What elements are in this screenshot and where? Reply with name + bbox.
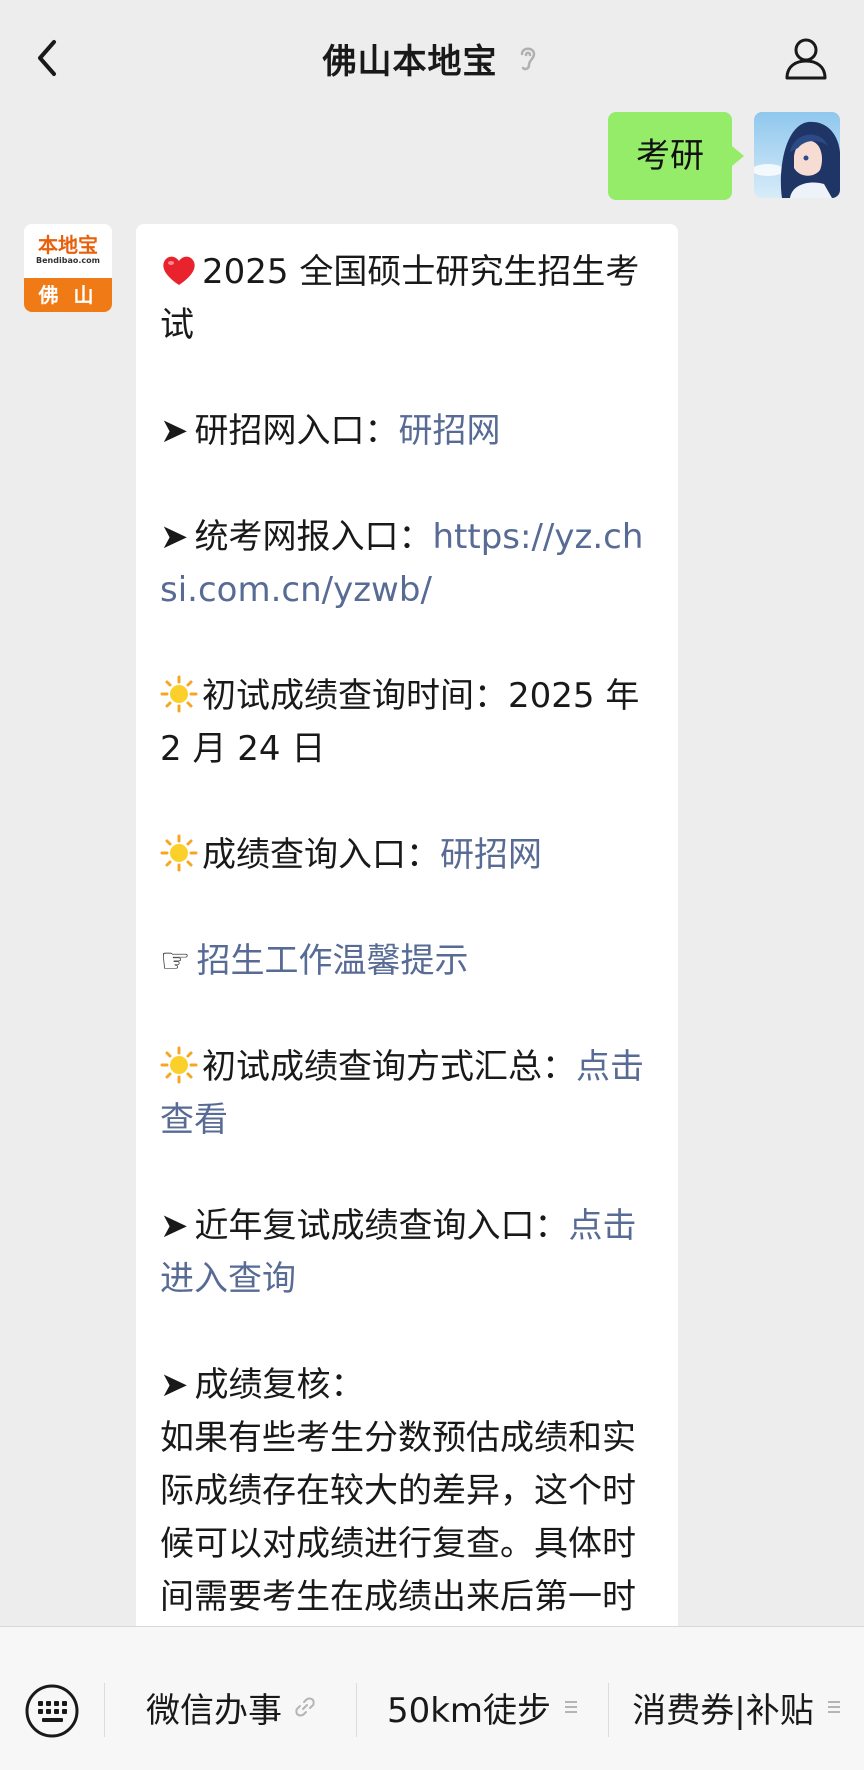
arrow-icon: ➤ xyxy=(160,1206,189,1246)
anime-girl-avatar-image xyxy=(754,112,840,198)
logo-name: 本地宝 xyxy=(38,233,98,257)
message-title: 2025 全国硕士研究生招生考试 xyxy=(160,252,640,345)
chat-header: 佛山本地宝 xyxy=(0,0,864,112)
message-line: 初试成绩查询方式汇总：点击查看 xyxy=(160,1041,654,1147)
outgoing-bubble[interactable]: 考研 xyxy=(608,112,744,200)
arrow-icon: ➤ xyxy=(160,1365,189,1405)
label-text: 研招网入口： xyxy=(194,411,399,451)
message-line: ➤ 统考网报入口：https://yz.chsi.com.cn/yzwb/ xyxy=(160,511,654,617)
score-review-heading: 成绩复核： xyxy=(194,1365,365,1405)
message-line: 成绩查询入口：研招网 xyxy=(160,829,654,882)
yanzhao-link[interactable]: 研招网 xyxy=(399,411,501,451)
menu-lines-icon xyxy=(827,1701,840,1713)
message-line: ➤ 研招网入口：研招网 xyxy=(160,405,654,458)
menu-item-label: 微信办事 xyxy=(146,1690,282,1731)
message-line: ☞ 招生工作温馨提示 xyxy=(160,935,654,988)
score-review-paragraph: 如果有些考生分数预估成绩和实际成绩存在较大的差异，这个时候可以对成绩进行复查。具… xyxy=(160,1418,636,1617)
keyboard-toggle-button[interactable] xyxy=(24,1683,80,1739)
keyboard-icon xyxy=(25,1684,79,1738)
menu-item-50km-hike[interactable]: 50km徒步 xyxy=(358,1667,608,1747)
bendibao-avatar[interactable]: 本地宝 Bendibao.com 佛 山 xyxy=(24,224,112,312)
logo: 本地宝 Bendibao.com xyxy=(24,224,112,278)
ear-icon xyxy=(520,47,535,71)
sun-icon xyxy=(160,675,198,713)
message-line: 2025 全国硕士研究生招生考试 xyxy=(160,246,654,352)
message-line: ➤ 成绩复核： xyxy=(160,1359,654,1412)
sun-icon xyxy=(160,1046,198,1084)
arrow-icon: ➤ xyxy=(160,411,189,451)
message-line: 初试成绩查询时间：2025 年 2 月 24 日 xyxy=(160,670,654,776)
label-text: 近年复试成绩查询入口： xyxy=(194,1206,569,1246)
bottom-menu-bar: 微信办事 50km徒步 消费券|补贴 xyxy=(0,1626,864,1770)
outgoing-message: 考研 xyxy=(608,112,840,200)
link-icon xyxy=(295,1697,315,1717)
menu-item-wechat-services[interactable]: 微信办事 xyxy=(106,1667,356,1747)
logo-url: Bendibao.com xyxy=(36,256,100,265)
menu-item-label: 消费券|补贴 xyxy=(632,1690,814,1731)
menu-item-coupons-subsidies[interactable]: 消费券|补贴 xyxy=(610,1667,864,1747)
person-icon xyxy=(785,38,827,80)
message-line: ➤ 近年复试成绩查询入口：点击进入查询 xyxy=(160,1200,654,1306)
label-text: 成绩查询入口： xyxy=(202,835,440,875)
heart-icon xyxy=(163,256,195,285)
menu-item-label: 50km徒步 xyxy=(386,1690,552,1731)
score-query-link[interactable]: 研招网 xyxy=(440,835,542,875)
label-text: 统考网报入口： xyxy=(194,517,433,557)
incoming-message: 本地宝 Bendibao.com 佛 山 2025 全国硕士研究生招生考试 ➤ 研… xyxy=(24,224,678,1626)
my-avatar[interactable] xyxy=(754,112,840,198)
sun-icon xyxy=(160,834,198,872)
menu-lines-icon xyxy=(565,1701,578,1713)
admission-tips-link[interactable]: 招生工作温馨提示 xyxy=(196,941,468,981)
chat-area[interactable]: 考研 本地宝 Bendibao.com 佛 山 2025 全国硕士研究生招生考试… xyxy=(0,112,864,1626)
profile-button[interactable] xyxy=(782,34,830,82)
chat-title: 佛山本地宝 xyxy=(322,41,498,82)
label-text: 初试成绩查询方式汇总： xyxy=(202,1047,576,1087)
pointing-hand-icon: ☞ xyxy=(160,941,191,981)
logo-city: 佛 山 xyxy=(24,278,112,312)
incoming-bubble: 2025 全国硕士研究生招生考试 ➤ 研招网入口：研招网 ➤ 统考网报入口：http… xyxy=(136,224,678,1626)
arrow-icon: ➤ xyxy=(160,517,189,557)
score-time-text: 初试成绩查询时间：2025 年 2 月 24 日 xyxy=(160,676,640,769)
